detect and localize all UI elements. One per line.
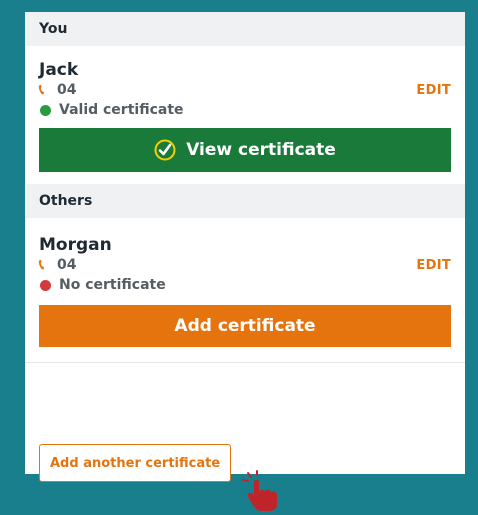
status-dot-green (40, 104, 51, 116)
add-another-certificate-button[interactable]: Add another certificate (39, 444, 232, 482)
phone-number: 04 (57, 257, 77, 273)
add-certificate-label: Add certificate (174, 316, 316, 336)
check-circle-icon (154, 139, 176, 161)
person-jack: Jack 📞︎ 04 EDIT Valid certificate (25, 46, 465, 120)
section-title-others: Others (39, 193, 93, 209)
person-name: Morgan (39, 235, 112, 255)
phone-icon: 📞︎ (39, 82, 44, 98)
status-text: Valid certificate (59, 102, 184, 118)
person-name: Jack (39, 60, 79, 80)
phone-number: 04 (57, 82, 77, 98)
phone-row: 📞︎ 04 EDIT (39, 255, 451, 275)
status-dot-red (40, 279, 51, 291)
phone-row: 📞︎ 04 EDIT (39, 80, 451, 100)
certificates-card: You Jack 📞︎ 04 EDIT Valid certificate Vi… (25, 12, 465, 474)
status-text: No certificate (59, 277, 166, 293)
person-morgan: Morgan 📞︎ 04 EDIT No certificate (25, 218, 465, 295)
divider (25, 362, 465, 363)
status-row: Valid certificate (39, 100, 451, 120)
edit-button[interactable]: EDIT (416, 83, 451, 98)
view-certificate-label: View certificate (186, 140, 336, 160)
section-header-you: You (25, 12, 465, 46)
edit-button[interactable]: EDIT (416, 258, 451, 273)
status-row: No certificate (39, 275, 451, 295)
add-another-certificate-label: Add another certificate (50, 455, 221, 471)
add-certificate-button[interactable]: Add certificate (39, 305, 451, 347)
phone-icon: 📞︎ (39, 257, 44, 273)
view-certificate-button[interactable]: View certificate (39, 128, 451, 172)
section-header-others: Others (25, 184, 465, 218)
section-title-you: You (39, 21, 68, 37)
hand-pointer-icon (240, 470, 290, 515)
